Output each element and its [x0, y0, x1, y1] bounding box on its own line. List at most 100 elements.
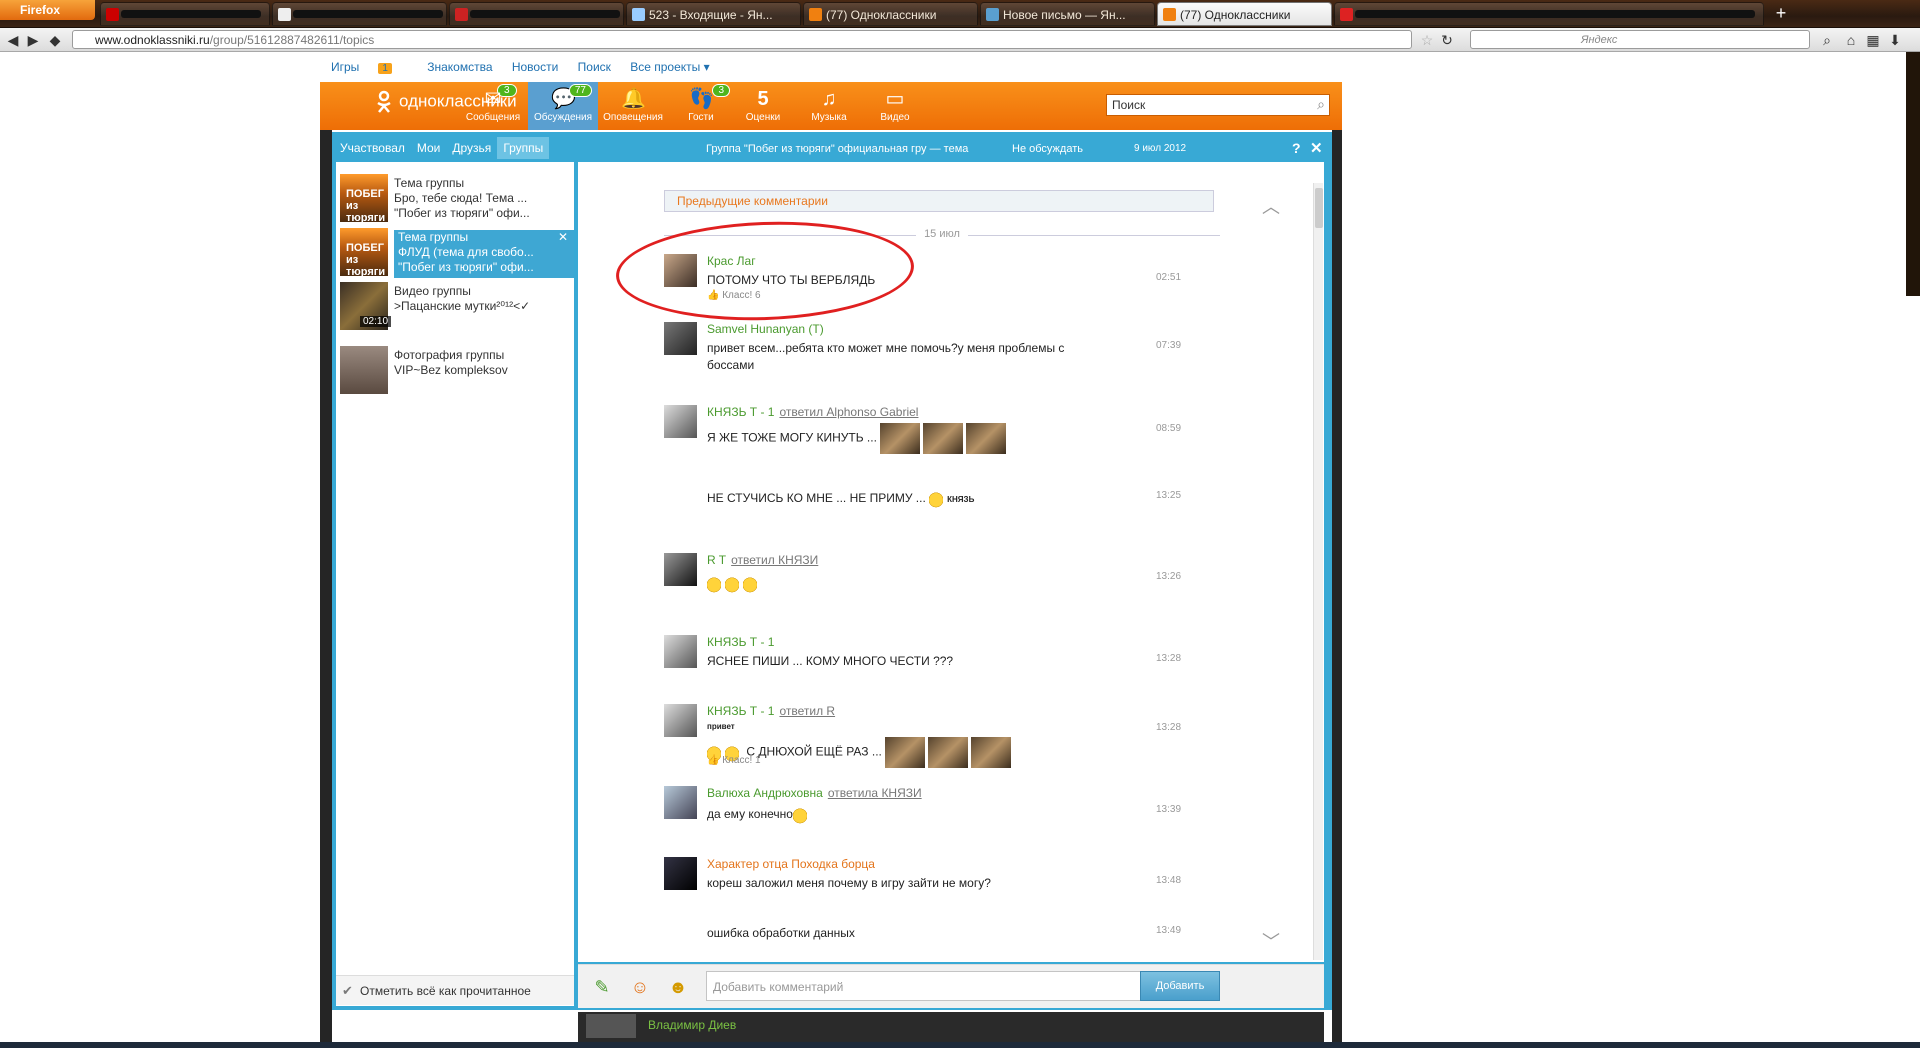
image-attachment[interactable]: [879, 423, 920, 454]
avatar[interactable]: [664, 322, 697, 355]
search-go-icon[interactable]: ⌕: [1818, 31, 1836, 49]
previous-comments-button[interactable]: Предыдущие комментарии: [664, 190, 1214, 212]
unfollow-link[interactable]: Не обсуждать: [1012, 143, 1083, 155]
browser-tab[interactable]: 523 - Входящие - Ян...: [626, 2, 801, 26]
nav-ratings[interactable]: 5 Оценки: [728, 82, 798, 130]
author-name[interactable]: Характер отца Походка борца: [707, 857, 875, 871]
tab-friends[interactable]: Друзья: [446, 137, 497, 159]
blank-area: [1342, 52, 1906, 1048]
avatar[interactable]: [664, 553, 697, 586]
back-icon[interactable]: ◀: [4, 31, 22, 49]
games-badge: 1: [378, 63, 392, 74]
photo-thumbnail: [340, 346, 388, 394]
close-panel-icon[interactable]: ✕: [1310, 139, 1323, 157]
image-attachment[interactable]: [927, 737, 968, 768]
thumb-text: ПОБЕГ из тюряги: [346, 242, 386, 278]
list-item[interactable]: Фотография группы VIP~Bez kompleksov: [340, 342, 572, 396]
smiley-icon: [725, 575, 739, 593]
link-dating[interactable]: Знакомства: [427, 60, 492, 74]
link-news[interactable]: Новости: [512, 60, 558, 74]
chevron-up-icon[interactable]: ︿: [1262, 193, 1280, 219]
browser-tab[interactable]: [272, 2, 447, 26]
nav-notifications[interactable]: 🔔 Оповещения: [598, 82, 668, 130]
chevron-down-icon[interactable]: ﹀: [1262, 928, 1280, 954]
help-icon[interactable]: ?: [1292, 140, 1301, 156]
close-icon[interactable]: ✕: [558, 230, 568, 244]
tab-groups[interactable]: Группы: [497, 137, 550, 159]
author-link[interactable]: R T: [707, 553, 726, 567]
pencil-icon[interactable]: ✎: [590, 975, 614, 999]
comment-input[interactable]: Добавить комментарий: [706, 971, 1142, 1001]
avatar[interactable]: [664, 704, 697, 737]
avatar[interactable]: [664, 857, 697, 890]
reply-to[interactable]: ответил КНЯЗИ: [731, 553, 818, 567]
feed-author-name[interactable]: Владимир Диев: [648, 1018, 736, 1032]
list-item-active[interactable]: ПОБЕГ из тюряги Тема группы ФЛУД (тема дл…: [340, 224, 574, 278]
topic-title[interactable]: Группа "Побег из тюряги" официальная гру…: [706, 143, 968, 155]
url-bar[interactable]: www.odnoklassniki.ru/group/5161288748261…: [72, 30, 1412, 49]
downloads-icon[interactable]: ⬇: [1886, 31, 1904, 49]
discussions-badge: 77: [568, 84, 592, 97]
sticker-icon[interactable]: ☺: [628, 975, 652, 999]
author-name[interactable]: КНЯЗЬ Т - 1: [707, 635, 774, 649]
image-attachment[interactable]: [922, 423, 963, 454]
toolbar-icon[interactable]: ▦: [1864, 31, 1882, 49]
browser-tab[interactable]: [449, 2, 624, 26]
ok-search-input[interactable]: Поиск ⌕: [1106, 94, 1330, 116]
like-label: Класс! 1: [722, 755, 761, 766]
browser-tab-active[interactable]: (77) Одноклассники: [1157, 2, 1332, 26]
new-tab-button[interactable]: +: [1768, 2, 1794, 26]
link-games[interactable]: Игры 1: [331, 60, 408, 74]
tab-mine[interactable]: Мои: [411, 137, 447, 159]
browser-tab[interactable]: [100, 2, 270, 26]
link-all-projects[interactable]: Все проекты ▾: [630, 60, 709, 74]
home-icon[interactable]: ⌂: [1842, 31, 1860, 49]
list-item[interactable]: ПОБЕГ из тюряги Тема группы Бро, тебе сюд…: [340, 170, 572, 224]
nav-discussions[interactable]: 77 💬 Обсуждения: [528, 82, 598, 130]
nav-guests[interactable]: 3 👣 Гости: [666, 82, 736, 130]
avatar[interactable]: [664, 635, 697, 668]
feed-row: Владимир Диев: [578, 1012, 1324, 1042]
author-link[interactable]: КНЯЗЬ Т - 1: [707, 405, 774, 419]
reply-to[interactable]: ответил R: [779, 704, 835, 718]
comment-text: Я ЖЕ ТОЖЕ МОГУ КИНУТЬ ...: [707, 423, 1107, 454]
avatar[interactable]: [664, 405, 697, 438]
author-link[interactable]: КНЯЗЬ Т - 1: [707, 704, 774, 718]
search-icon[interactable]: ⌕: [1317, 96, 1325, 113]
list-item[interactable]: 02:10 Видео группы >Пацанские мутки²⁰¹²<✓: [340, 278, 572, 332]
nav-messages[interactable]: ✉ Сообщения: [458, 82, 528, 130]
smiley-picker-icon[interactable]: ☻: [666, 975, 690, 999]
comment-text: привет всем...ребята кто может мне помоч…: [707, 341, 1065, 372]
image-attachment[interactable]: [970, 737, 1011, 768]
browser-tab[interactable]: (77) Одноклассники: [803, 2, 978, 26]
image-attachment[interactable]: [884, 737, 925, 768]
item-type: Тема группы: [394, 176, 465, 190]
bookmark-star-icon[interactable]: ☆: [1418, 31, 1436, 49]
image-attachment[interactable]: [965, 423, 1006, 454]
comment-text: НЕ СТУЧИСЬ КО МНЕ ... НЕ ПРИМУ ... КНЯЗЬ: [707, 490, 1107, 508]
yandex-search-field[interactable]: Яндекс: [1470, 30, 1810, 49]
tab-participated[interactable]: Участвовал: [334, 137, 411, 159]
reply-to[interactable]: ответила КНЯЗИ: [828, 786, 922, 800]
firefox-menu-button[interactable]: Firefox: [0, 0, 95, 20]
tab-label: Новое письмо — Ян...: [1003, 8, 1126, 22]
scrollbar-thumb[interactable]: [1315, 188, 1323, 228]
like-count[interactable]: 👍 Класс! 1: [707, 755, 761, 766]
comment-text: привет С ДНЮХОЙ ЕЩЁ РАЗ ...: [707, 718, 1107, 768]
link-search[interactable]: Поиск: [578, 60, 611, 74]
author-name[interactable]: Samvel Hunanyan (T): [707, 322, 824, 336]
mark-all-read-button[interactable]: ✔ Отметить всё как прочитанное: [336, 975, 574, 1005]
avatar[interactable]: [586, 1014, 636, 1038]
browser-tab[interactable]: [1334, 2, 1764, 26]
author-link[interactable]: Валюха Андрюховна: [707, 786, 823, 800]
forward-icon[interactable]: ▶: [24, 31, 42, 49]
nav-music[interactable]: ♫ Музыка: [794, 82, 864, 130]
reload-icon[interactable]: ↻: [1438, 31, 1456, 49]
comments-scrollbar[interactable]: [1313, 183, 1323, 960]
browser-tab[interactable]: Новое письмо — Ян...: [980, 2, 1155, 26]
add-comment-button[interactable]: Добавить: [1140, 971, 1220, 1001]
identity-icon[interactable]: ◆: [46, 31, 64, 49]
avatar[interactable]: [664, 786, 697, 819]
nav-video[interactable]: ▭ Видео: [860, 82, 930, 130]
reply-to[interactable]: ответил Alphonso Gabriel: [779, 405, 918, 419]
